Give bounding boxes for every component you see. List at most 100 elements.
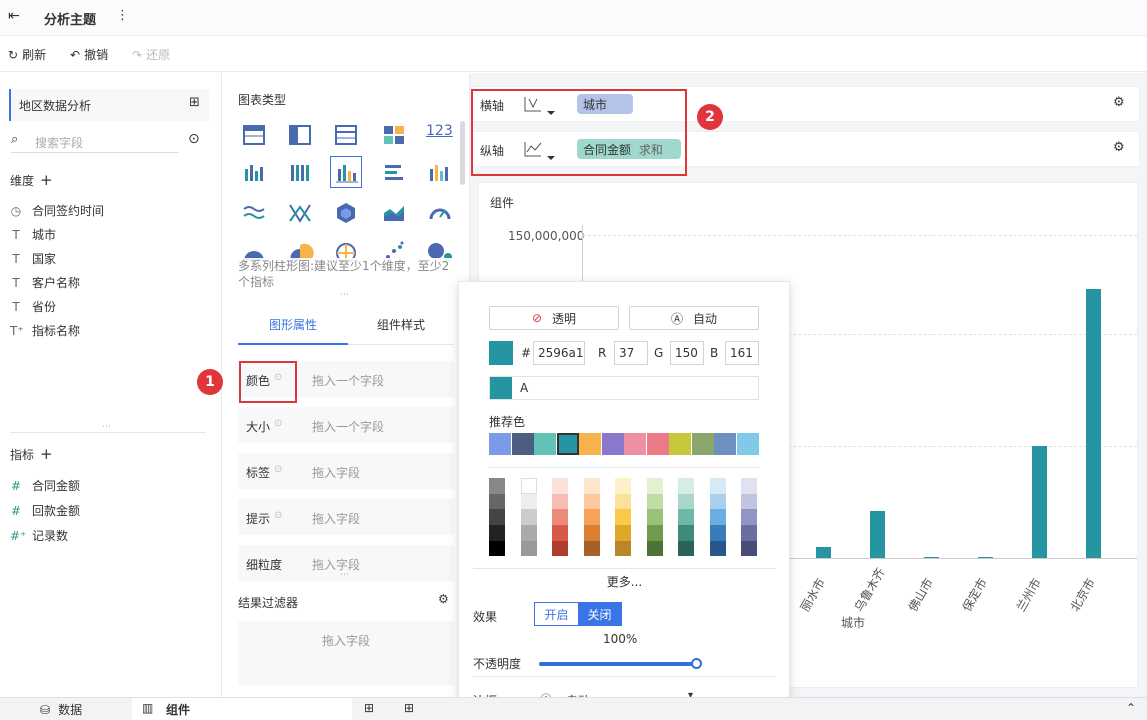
axis-settings-icon[interactable]: ⚙ — [1113, 95, 1125, 110]
g-input[interactable]: 150 — [670, 341, 704, 365]
table-chart-icon[interactable] — [240, 123, 268, 147]
color-grid-cell[interactable] — [520, 493, 537, 510]
color-grid-cell[interactable] — [552, 478, 568, 494]
color-grid-cell[interactable] — [552, 493, 568, 510]
bar[interactable] — [870, 510, 885, 558]
color-grid-cell[interactable] — [489, 540, 505, 557]
recommend-swatch[interactable] — [511, 433, 534, 455]
filter-drop-zone[interactable]: 拖入字段 — [238, 621, 454, 685]
hex-input[interactable]: 2596a1 — [533, 341, 585, 365]
multi-series-bar-selected[interactable] — [330, 156, 362, 188]
auto-color-button[interactable]: Ⓐ 自动 — [629, 306, 759, 330]
scrollbar[interactable] — [460, 121, 465, 185]
color-grid-cell[interactable] — [646, 509, 663, 526]
color-grid-cell[interactable] — [709, 525, 726, 541]
opacity-slider[interactable] — [539, 662, 695, 666]
transparent-button[interactable]: ⊘ 透明 — [489, 306, 619, 330]
color-grid-cell[interactable] — [615, 525, 631, 541]
bar[interactable] — [1032, 446, 1047, 558]
recommend-swatch[interactable] — [624, 433, 646, 455]
more-colors-button[interactable]: 更多... — [473, 568, 776, 592]
tab-data[interactable]: ⛁ 数据 — [40, 701, 82, 718]
radar-chart-icon[interactable] — [332, 201, 360, 225]
search-field[interactable]: ⌕ 搜索字段 — [11, 131, 179, 153]
detail-table-icon[interactable] — [332, 123, 360, 147]
search-input[interactable]: 搜索字段 — [35, 134, 83, 151]
color-grid-cell[interactable] — [583, 493, 600, 510]
color-grid-cell[interactable] — [741, 509, 757, 526]
color-grid-cell[interactable] — [678, 478, 694, 494]
add-dashboard-icon[interactable]: ⊞ — [404, 701, 414, 715]
recommend-swatch[interactable] — [736, 433, 759, 455]
color-grid-cell[interactable] — [583, 525, 600, 541]
color-grid-cell[interactable] — [489, 493, 505, 510]
size-prop-row[interactable]: 大小 ⊙ 拖入一个字段 — [238, 407, 454, 443]
recommend-swatch[interactable] — [646, 433, 669, 455]
more-options-icon[interactable]: ⊙ — [188, 131, 200, 147]
effect-off-button[interactable]: 关闭 — [578, 603, 621, 625]
cross-table-icon[interactable] — [286, 123, 314, 147]
undo-button[interactable]: ↶ 撤销 — [70, 46, 108, 63]
recommend-swatch[interactable] — [579, 433, 601, 455]
color-grid-cell[interactable] — [741, 493, 757, 510]
effect-on-button[interactable]: 开启 — [535, 603, 578, 625]
drop-zone[interactable]: 拖入一个字段 — [312, 372, 384, 389]
color-grid-cell[interactable] — [489, 525, 505, 541]
color-grid-cell[interactable] — [520, 509, 537, 526]
bar[interactable] — [924, 556, 939, 558]
opacity-slider-handle[interactable] — [691, 658, 702, 669]
color-grid-cell[interactable] — [520, 525, 537, 541]
field-item[interactable]: #⁺ 记录数 — [10, 527, 68, 544]
recommend-swatch[interactable] — [489, 433, 511, 455]
resize-handle-icon[interactable]: ⋯ — [340, 290, 349, 300]
color-grid-cell[interactable] — [489, 478, 505, 494]
recommend-swatch[interactable] — [691, 433, 714, 455]
dataset-selector[interactable]: 地区数据分析 ⊞ — [9, 89, 209, 121]
field-item[interactable]: # 合同金额 — [10, 477, 80, 494]
field-item[interactable]: T 国家 — [10, 250, 56, 267]
tab-shape-properties[interactable]: 图形属性 — [238, 305, 348, 345]
collapse-icon[interactable]: ⌃ — [1126, 701, 1136, 715]
kpi-card-icon[interactable] — [380, 123, 408, 147]
color-grid-cell[interactable] — [646, 478, 663, 494]
field-item[interactable]: T 城市 — [10, 226, 56, 243]
add-component-icon[interactable]: ⊞ — [364, 701, 374, 715]
color-grid-cell[interactable] — [583, 478, 600, 494]
color-grid-cell[interactable] — [615, 540, 631, 557]
colored-bar-icon[interactable] — [426, 161, 454, 185]
color-grid-cell[interactable] — [489, 509, 505, 526]
color-grid-cell[interactable] — [646, 493, 663, 510]
field-item[interactable]: T 客户名称 — [10, 274, 80, 291]
switch-dataset-icon[interactable]: ⊞ — [189, 95, 200, 110]
color-grid-cell[interactable] — [615, 478, 631, 494]
field-item[interactable]: T⁺ 指标名称 — [10, 322, 80, 339]
color-grid-cell[interactable] — [552, 525, 568, 541]
color-grid-cell[interactable] — [709, 540, 726, 557]
label-prop-row[interactable]: 标签 ⊙ 拖入字段 — [238, 453, 454, 489]
drop-zone[interactable]: 拖入字段 — [312, 510, 360, 527]
bar[interactable] — [816, 547, 831, 558]
color-grid-cell[interactable] — [646, 540, 663, 557]
refresh-button[interactable]: ↻ 刷新 — [8, 46, 46, 63]
color-grid-cell[interactable] — [741, 540, 757, 557]
field-item[interactable]: # 回款金额 — [10, 502, 80, 519]
resize-handle-icon[interactable]: ⋯ — [102, 422, 111, 432]
color-grid-cell[interactable] — [615, 493, 631, 510]
color-grid-cell[interactable] — [709, 478, 726, 494]
color-grid-cell[interactable] — [678, 493, 694, 510]
number-card-icon[interactable]: 123 — [426, 123, 453, 139]
recommend-swatch[interactable] — [601, 433, 624, 455]
line-chart-icon[interactable] — [240, 201, 268, 225]
exit-icon[interactable]: ⇤ — [8, 8, 20, 24]
field-item[interactable]: T 省份 — [10, 298, 56, 315]
color-grid-cell[interactable] — [741, 478, 757, 494]
color-grid-cell[interactable] — [741, 525, 757, 541]
color-grid-cell[interactable] — [552, 509, 568, 526]
color-grid-cell[interactable] — [583, 540, 600, 557]
field-item[interactable]: ◷ 合同签约时间 — [10, 202, 104, 219]
filter-settings-icon[interactable]: ⚙ — [438, 592, 449, 606]
color-grid-cell[interactable] — [646, 525, 663, 541]
drop-zone[interactable]: 拖入字段 — [312, 556, 360, 573]
b-input[interactable]: 161 — [725, 341, 759, 365]
recommend-swatch[interactable] — [556, 433, 579, 455]
